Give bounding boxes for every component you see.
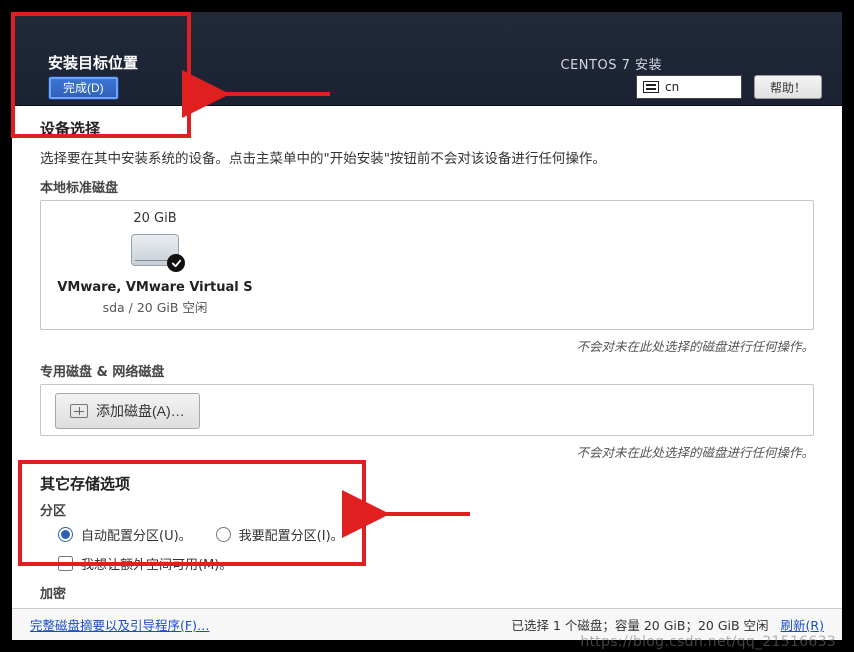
radio-manual-input[interactable] [216,527,231,542]
disk-item[interactable]: 20 GiB VMware, VMware Virtual S sda / 20… [55,211,255,316]
add-disk-button[interactable]: 添加磁盘(A)… [55,393,200,429]
product-title: CENTOS 7 安装 [561,54,662,73]
refresh-link[interactable]: 刷新(R) [781,618,824,633]
keyboard-icon [643,81,659,93]
hard-disk-icon [131,234,179,266]
device-select-intro: 选择要在其中安装系统的设备。点击主菜单中的"开始安装"按钮前不会对该设备进行任何… [40,147,814,167]
check-badge-icon [167,254,185,272]
body-area: 设备选择 选择要在其中安装系统的设备。点击主菜单中的"开始安装"按钮前不会对该设… [12,106,842,640]
radio-auto-partition[interactable]: 自动配置分区(U)。 [58,525,192,544]
local-disk-head: 本地标准磁盘 [40,177,814,196]
disk-summary-link[interactable]: 完整磁盘摘要以及引导程序(F)… [30,615,209,634]
input-method-label: cn [665,80,679,94]
input-method-indicator[interactable]: cn [636,75,742,99]
page-title: 安装目标位置 [48,52,138,73]
disk-name: VMware, VMware Virtual S [55,280,255,295]
special-disk-panel: 添加磁盘(A)… [40,384,814,436]
radio-auto-input[interactable] [58,527,73,542]
checkbox-extra-input[interactable] [58,556,73,571]
header-bar: 安装目标位置 完成(D) CENTOS 7 安装 cn 帮助！ [12,12,842,106]
radio-manual-partition[interactable]: 我要配置分区(I)。 [216,525,344,544]
selection-status: 已选择 1 个磁盘；容量 20 GiB；20 GiB 空闲 [511,618,768,633]
done-button[interactable]: 完成(D) [48,76,119,100]
checkbox-extra-label: 我想让额外空间可用(M)。 [81,554,232,573]
add-disk-label: 添加磁盘(A)… [96,401,185,421]
encrypt-head: 加密 [40,583,814,602]
noop-hint-1: 不会对未在此处选择的磁盘进行任何操作。 [40,336,814,355]
footer-bar: 完整磁盘摘要以及引导程序(F)… 已选择 1 个磁盘；容量 20 GiB；20 … [12,608,842,640]
noop-hint-2: 不会对未在此处选择的磁盘进行任何操作。 [40,442,814,461]
special-disk-head: 专用磁盘 & 网络磁盘 [40,361,814,380]
disk-subtext: sda / 20 GiB 空闲 [55,297,255,316]
partition-head: 分区 [40,500,814,519]
disk-size: 20 GiB [55,211,255,226]
radio-auto-label: 自动配置分区(U)。 [81,525,192,544]
checkbox-extra-space[interactable]: 我想让额外空间可用(M)。 [58,554,232,573]
radio-manual-label: 我要配置分区(I)。 [239,525,344,544]
help-button[interactable]: 帮助！ [754,75,822,99]
device-select-title: 设备选择 [40,118,814,139]
other-storage-title: 其它存储选项 [40,473,814,494]
local-disk-panel: 20 GiB VMware, VMware Virtual S sda / 20… [40,200,814,330]
add-disk-icon [70,404,88,418]
